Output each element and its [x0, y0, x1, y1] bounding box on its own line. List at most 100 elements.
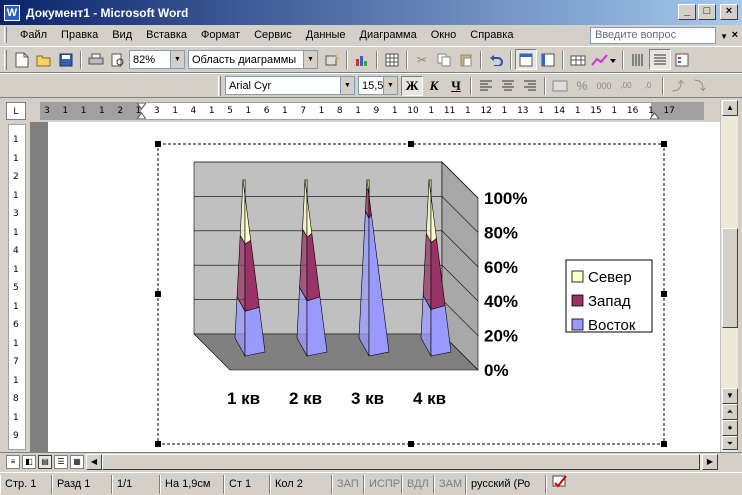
gridlines-horizontal-icon[interactable] [649, 49, 671, 70]
scroll-down-icon[interactable]: ▼ [722, 388, 738, 404]
resize-handle[interactable] [408, 441, 414, 447]
horizontal-scrollbar[interactable]: ◀ ▶ [86, 454, 718, 470]
status-pages[interactable]: 1/1 [112, 474, 160, 494]
menu-format[interactable]: Формат [194, 26, 247, 44]
status-overtype[interactable]: ЗАМ [434, 474, 466, 494]
underline-button[interactable]: Ч [445, 76, 467, 96]
menu-chart[interactable]: Диаграмма [353, 26, 424, 44]
increase-decimal-icon[interactable]: ,00 [615, 75, 637, 96]
resize-handle[interactable] [661, 441, 667, 447]
status-section[interactable]: Разд 1 [52, 474, 112, 494]
resize-handle[interactable] [661, 291, 667, 297]
horizontal-ruler[interactable]: 3 1 1 1 2 1 3 1 4 1 5 1 6 1 7 1 8 1 9 1 10 1 11 1 12 1 13 1 14 1 15 1 16… [40, 102, 704, 120]
help-search-input[interactable]: Введите вопрос [590, 27, 716, 44]
datasheet-icon[interactable] [381, 49, 403, 70]
vertical-scrollbar[interactable]: ▲ ▼ ⏶ ● ⏷ [720, 100, 738, 452]
help-dropdown-icon[interactable]: ▼ [720, 32, 728, 41]
chart-object-select[interactable]: Область диаграммы ▼ [188, 50, 318, 69]
scroll-up-icon[interactable]: ▲ [722, 100, 738, 116]
align-left-icon[interactable] [475, 75, 497, 96]
resize-handle[interactable] [155, 141, 161, 147]
spelling-status-icon[interactable] [546, 474, 576, 494]
status-track-changes[interactable]: ИСПР [364, 474, 402, 494]
open-folder-icon[interactable] [33, 49, 55, 70]
horizontal-scroll-thumb[interactable] [102, 454, 700, 470]
menu-file[interactable]: Файл [13, 26, 54, 44]
chart-type-icon[interactable] [589, 49, 619, 70]
minimize-button[interactable]: _ [678, 4, 696, 20]
menu-window[interactable]: Окно [424, 26, 464, 44]
toolbar-grip[interactable] [218, 75, 221, 96]
copy-icon[interactable] [433, 49, 455, 70]
chart-object[interactable]: 0% 20% 40% 60% 80% 100% 1 кв 2 кв 3 кв 4 кв Север З… [48, 122, 720, 452]
reading-view-icon[interactable]: ▦ [70, 455, 84, 469]
chart-wizard-icon[interactable] [351, 49, 373, 70]
print-preview-icon[interactable] [107, 49, 129, 70]
vertical-scroll-thumb[interactable] [722, 228, 738, 328]
right-indent-marker[interactable] [649, 103, 660, 119]
angle-clockwise-icon[interactable]: ⤵ [689, 75, 711, 96]
normal-view-icon[interactable]: ≡ [6, 455, 20, 469]
vertical-ruler[interactable]: 1 1 2 1 3 1 4 1 5 1 6 1 7 1 8 1 9 [8, 124, 26, 450]
first-line-indent-marker[interactable] [136, 103, 147, 119]
chevron-down-icon[interactable]: ▼ [340, 77, 354, 94]
document-page[interactable]: 0% 20% 40% 60% 80% 100% 1 кв 2 кв 3 кв 4 кв Север З… [48, 122, 720, 452]
status-column[interactable]: Кол 2 [270, 474, 332, 494]
menu-tools[interactable]: Сервис [247, 26, 299, 44]
chevron-down-icon[interactable]: ▼ [383, 77, 397, 94]
legend-toggle-icon[interactable] [671, 49, 693, 70]
decrease-decimal-icon[interactable]: ,0 [637, 75, 659, 96]
menu-edit[interactable]: Правка [54, 26, 105, 44]
resize-handle[interactable] [155, 291, 161, 297]
align-right-icon[interactable] [519, 75, 541, 96]
web-view-icon[interactable]: ◧ [22, 455, 36, 469]
resize-handle[interactable] [155, 441, 161, 447]
print-layout-icon[interactable]: ▤ [38, 455, 52, 469]
cut-icon[interactable]: ✂ [411, 49, 433, 70]
status-page[interactable]: Стр. 1 [0, 474, 52, 494]
maximize-button[interactable]: □ [698, 4, 716, 20]
font-size-select[interactable]: 15,5 ▼ [358, 76, 398, 95]
percent-style-icon[interactable]: % [571, 75, 593, 96]
status-record[interactable]: ЗАП [332, 474, 364, 494]
toolbar-grip[interactable] [4, 49, 7, 70]
new-document-icon[interactable] [11, 49, 33, 70]
browse-object-icon[interactable]: ● [722, 420, 738, 436]
tab-selector-button[interactable]: L [6, 102, 26, 120]
by-row-icon[interactable] [515, 49, 537, 70]
angle-counterclockwise-icon[interactable]: ⤴ [667, 75, 689, 96]
format-chart-area-icon[interactable] [321, 49, 343, 70]
menu-insert[interactable]: Вставка [139, 26, 194, 44]
status-language[interactable]: русский (Ро [466, 474, 546, 494]
menu-view[interactable]: Вид [105, 26, 139, 44]
scroll-left-icon[interactable]: ◀ [86, 454, 102, 470]
resize-handle[interactable] [408, 141, 414, 147]
chevron-down-icon[interactable]: ▼ [303, 51, 317, 68]
thousands-style-icon[interactable]: 000 [593, 75, 615, 96]
save-icon[interactable] [55, 49, 77, 70]
chevron-down-icon[interactable]: ▼ [170, 51, 184, 68]
next-page-icon[interactable]: ⏷ [722, 436, 738, 450]
data-table-icon[interactable] [567, 49, 589, 70]
status-at[interactable]: На 1,9см [160, 474, 224, 494]
outline-view-icon[interactable]: ☰ [54, 455, 68, 469]
word-app-icon[interactable]: W [4, 4, 20, 21]
document-close-icon[interactable]: × [732, 29, 738, 41]
paste-icon[interactable] [455, 49, 477, 70]
menu-help[interactable]: Справка [463, 26, 520, 44]
menu-data[interactable]: Данные [299, 26, 353, 44]
print-icon[interactable] [85, 49, 107, 70]
previous-page-icon[interactable]: ⏶ [722, 404, 738, 420]
status-line[interactable]: Ст 1 [224, 474, 270, 494]
menu-grip[interactable] [4, 27, 7, 43]
bold-button[interactable]: Ж [401, 75, 423, 96]
align-center-icon[interactable] [497, 75, 519, 96]
gridlines-vertical-icon[interactable] [627, 49, 649, 70]
merge-cells-icon[interactable] [549, 75, 571, 96]
scroll-right-icon[interactable]: ▶ [702, 454, 718, 470]
status-extend[interactable]: ВДЛ [402, 474, 434, 494]
undo-icon[interactable] [485, 49, 507, 70]
by-column-icon[interactable] [537, 49, 559, 70]
resize-handle[interactable] [661, 141, 667, 147]
close-button[interactable]: × [720, 4, 738, 20]
